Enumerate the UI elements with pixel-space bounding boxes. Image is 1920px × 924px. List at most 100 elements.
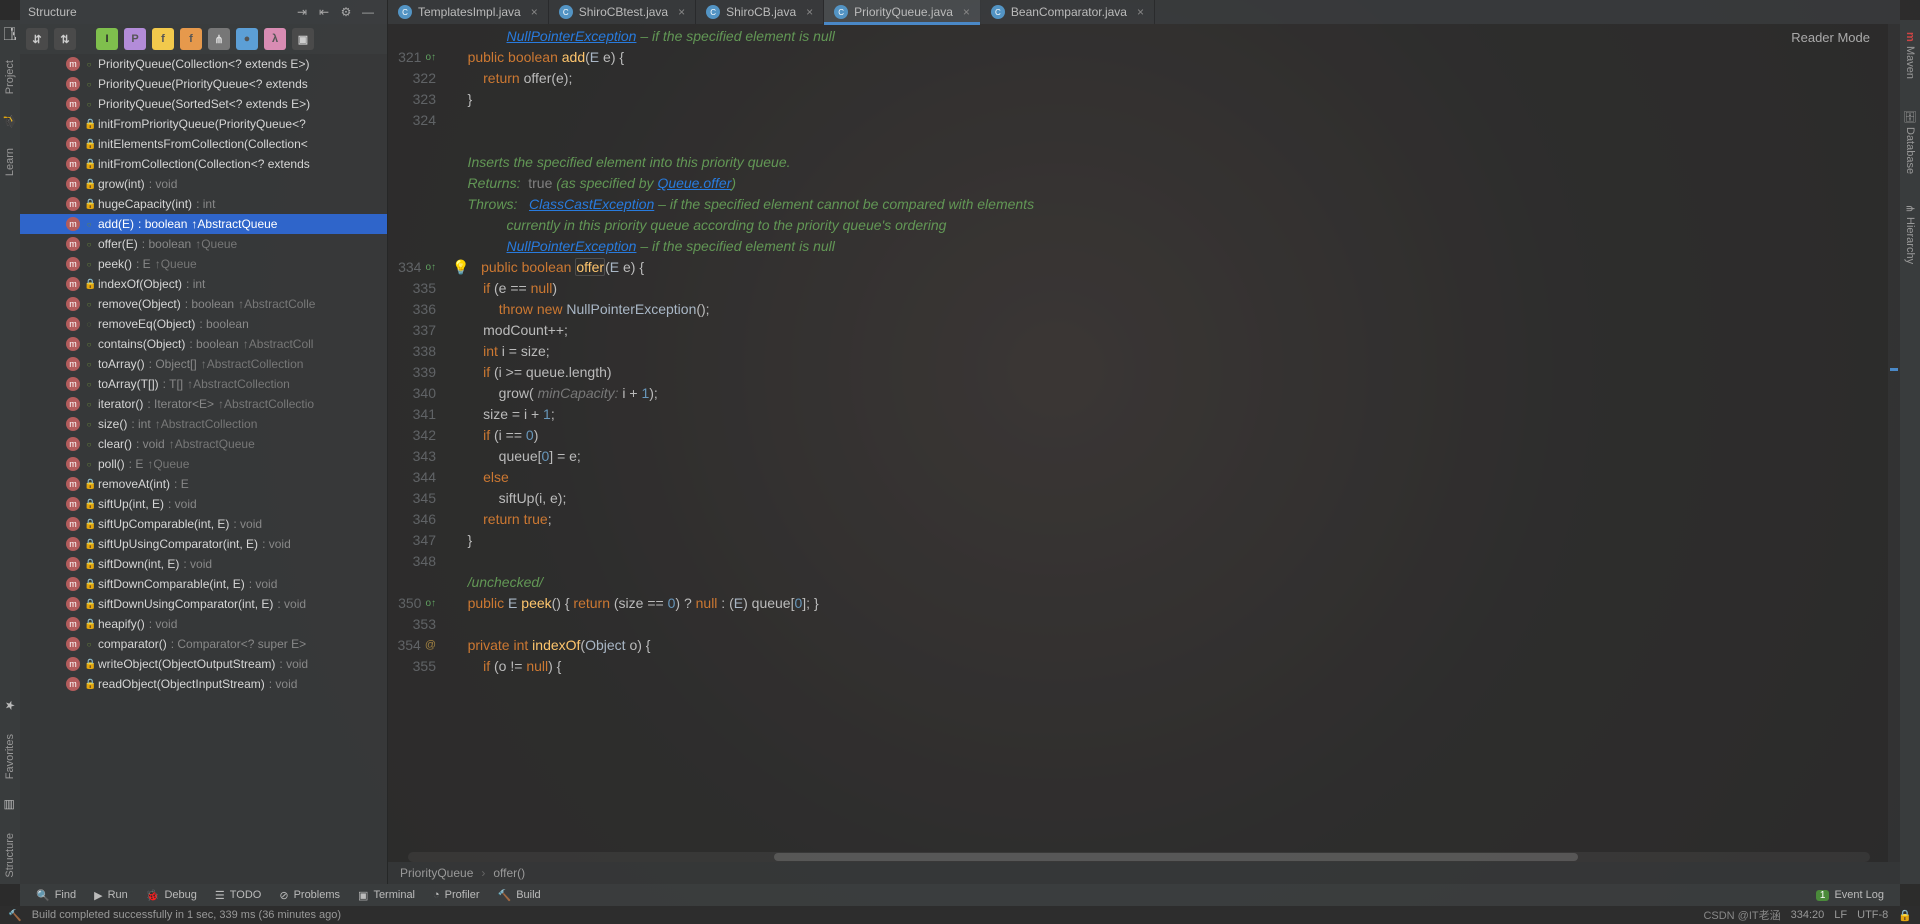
line-number[interactable]: 350o↑ <box>388 593 442 614</box>
code-line[interactable]: return true; <box>452 509 1900 530</box>
filter-icon-3[interactable]: f <box>152 28 174 50</box>
structure-item[interactable]: m🔒removeAt(int): E <box>20 474 387 494</box>
find-button[interactable]: 🔍 Find <box>28 884 84 906</box>
structure-item[interactable]: m○PriorityQueue(SortedSet<? extends E>) <box>20 94 387 114</box>
structure-item[interactable]: m🔒readObject(ObjectInputStream): void <box>20 674 387 694</box>
line-number[interactable]: 345 <box>388 488 442 509</box>
code-line[interactable]: public boolean add(E e) { <box>452 47 1900 68</box>
structure-item[interactable]: m○poll(): E ↑Queue <box>20 454 387 474</box>
editor-tab[interactable]: CBeanComparator.java× <box>981 0 1155 24</box>
line-number[interactable] <box>388 26 442 47</box>
database-tab[interactable]: 🗄 Database <box>1902 103 1919 180</box>
structure-item[interactable]: m○peek(): E ↑Queue <box>20 254 387 274</box>
problems-button[interactable]: ⊘ Problems <box>271 884 348 906</box>
code-line[interactable]: Inserts the specified element into this … <box>452 152 1900 173</box>
structure-item[interactable]: m○remove(Object): boolean ↑AbstractColle <box>20 294 387 314</box>
fav-icon[interactable]: ★ <box>3 700 17 714</box>
code-line[interactable]: if (o != null) { <box>452 656 1900 677</box>
line-number[interactable]: 344 <box>388 467 442 488</box>
line-number[interactable]: 355 <box>388 656 442 677</box>
structure-item[interactable]: m○iterator(): Iterator<E> ↑AbstractColle… <box>20 394 387 414</box>
editor-tab[interactable]: CPriorityQueue.java× <box>824 0 981 24</box>
line-number[interactable]: 337 <box>388 320 442 341</box>
structure-item[interactable]: m○PriorityQueue(Collection<? extends E>) <box>20 54 387 74</box>
breadcrumb-method[interactable]: offer() <box>493 866 525 880</box>
reader-mode-toggle[interactable]: Reader Mode <box>1791 30 1870 45</box>
structure-icon[interactable]: ▤ <box>3 799 17 813</box>
debug-button[interactable]: 🐞 Debug <box>138 884 205 906</box>
code-line[interactable]: grow( minCapacity: i + 1); <box>452 383 1900 404</box>
project-tab[interactable]: Project <box>2 54 18 100</box>
filter-icon-6[interactable]: ● <box>236 28 258 50</box>
filter-icon-8[interactable]: ▣ <box>292 28 314 50</box>
editor-tab[interactable]: CTemplatesImpl.java× <box>388 0 549 24</box>
gear-icon[interactable]: ⚙ <box>335 1 357 23</box>
line-sep[interactable]: LF <box>1834 909 1847 921</box>
sort-vis-icon[interactable]: ⇅ <box>54 28 76 50</box>
code-line[interactable]: public E peek() { return (size == 0) ? n… <box>452 593 1900 614</box>
code-line[interactable]: private int indexOf(Object o) { <box>452 635 1900 656</box>
structure-item[interactable]: m🔒siftUpUsingComparator(int, E): void <box>20 534 387 554</box>
structure-item[interactable]: m🔒initFromPriorityQueue(PriorityQueue<? <box>20 114 387 134</box>
encoding[interactable]: UTF-8 <box>1857 909 1888 921</box>
line-number[interactable]: 341 <box>388 404 442 425</box>
line-number[interactable]: 338 <box>388 341 442 362</box>
hierarchy-tab[interactable]: ⋔ Hierarchy <box>1902 198 1919 270</box>
caret-position[interactable]: 334:20 <box>1791 909 1825 921</box>
override-gutter-icon[interactable]: o↑ <box>425 593 436 614</box>
line-number[interactable]: 348 <box>388 551 442 572</box>
structure-item[interactable]: m○contains(Object): boolean ↑AbstractCol… <box>20 334 387 354</box>
close-icon[interactable]: × <box>674 5 685 19</box>
line-number[interactable]: 346 <box>388 509 442 530</box>
line-number[interactable] <box>388 173 442 194</box>
favorites-tab[interactable]: Favorites <box>2 728 18 785</box>
line-number[interactable]: 321o↑ <box>388 47 442 68</box>
structure-item[interactable]: m○toArray(): Object[] ↑AbstractCollectio… <box>20 354 387 374</box>
line-number[interactable]: 340 <box>388 383 442 404</box>
line-number[interactable]: 324 <box>388 110 442 131</box>
structure-item[interactable]: m🔒grow(int): void <box>20 174 387 194</box>
structure-item[interactable]: m◌removeEq(Object): boolean <box>20 314 387 334</box>
code-line[interactable] <box>452 131 1900 152</box>
structure-item[interactable]: m🔒siftUpComparable(int, E): void <box>20 514 387 534</box>
structure-item[interactable]: m○offer(E): boolean ↑Queue <box>20 234 387 254</box>
annotation-gutter-icon[interactable]: @ <box>425 635 436 656</box>
line-number[interactable]: 353 <box>388 614 442 635</box>
code-line[interactable]: modCount++; <box>452 320 1900 341</box>
line-number[interactable]: 343 <box>388 446 442 467</box>
structure-list[interactable]: m○PriorityQueue(Collection<? extends E>)… <box>20 54 387 884</box>
structure-item[interactable]: m○add(E): boolean ↑AbstractQueue <box>20 214 387 234</box>
code-line[interactable] <box>452 551 1900 572</box>
run-button[interactable]: ▶ Run <box>86 884 136 906</box>
breadcrumb-class[interactable]: PriorityQueue <box>400 866 473 880</box>
structure-item[interactable]: m🔒indexOf(Object): int <box>20 274 387 294</box>
filter-icon-4[interactable]: f <box>180 28 202 50</box>
structure-item[interactable]: m🔒siftDownUsingComparator(int, E): void <box>20 594 387 614</box>
maven-tab[interactable]: mMaven <box>1902 26 1918 85</box>
code-line[interactable]: throw new NullPointerException(); <box>452 299 1900 320</box>
line-number[interactable]: 342 <box>388 425 442 446</box>
code-line[interactable]: Returns: true (as specified by Queue.off… <box>452 173 1900 194</box>
structure-item[interactable]: m🔒writeObject(ObjectOutputStream): void <box>20 654 387 674</box>
project-icon[interactable]: 🗂 <box>3 26 17 40</box>
code-line[interactable]: } <box>452 89 1900 110</box>
code-line[interactable]: NullPointerException – if the specified … <box>452 236 1900 257</box>
line-number[interactable] <box>388 152 442 173</box>
code-line[interactable]: siftUp(i, e); <box>452 488 1900 509</box>
structure-item[interactable]: m○toArray(T[]): T[] ↑AbstractCollection <box>20 374 387 394</box>
lock-icon[interactable]: 🔒 <box>1898 909 1912 922</box>
horizontal-scrollbar[interactable] <box>408 852 1870 862</box>
line-number[interactable]: 336 <box>388 299 442 320</box>
code-line[interactable]: size = i + 1; <box>452 404 1900 425</box>
code-line[interactable] <box>452 110 1900 131</box>
line-number[interactable] <box>388 215 442 236</box>
structure-item[interactable]: m🔒siftDown(int, E): void <box>20 554 387 574</box>
sort-alpha-icon[interactable]: ⇵ <box>26 28 48 50</box>
code-line[interactable]: if (e == null) <box>452 278 1900 299</box>
line-number[interactable]: 322 <box>388 68 442 89</box>
close-icon[interactable]: × <box>527 5 538 19</box>
line-number[interactable]: 347 <box>388 530 442 551</box>
code-line[interactable]: 💡 public boolean offer(E e) { <box>452 257 1900 278</box>
code-editor[interactable]: 321o↑322323324334o↑335336337338339340341… <box>388 24 1900 862</box>
structure-item[interactable]: m○PriorityQueue(PriorityQueue<? extends <box>20 74 387 94</box>
